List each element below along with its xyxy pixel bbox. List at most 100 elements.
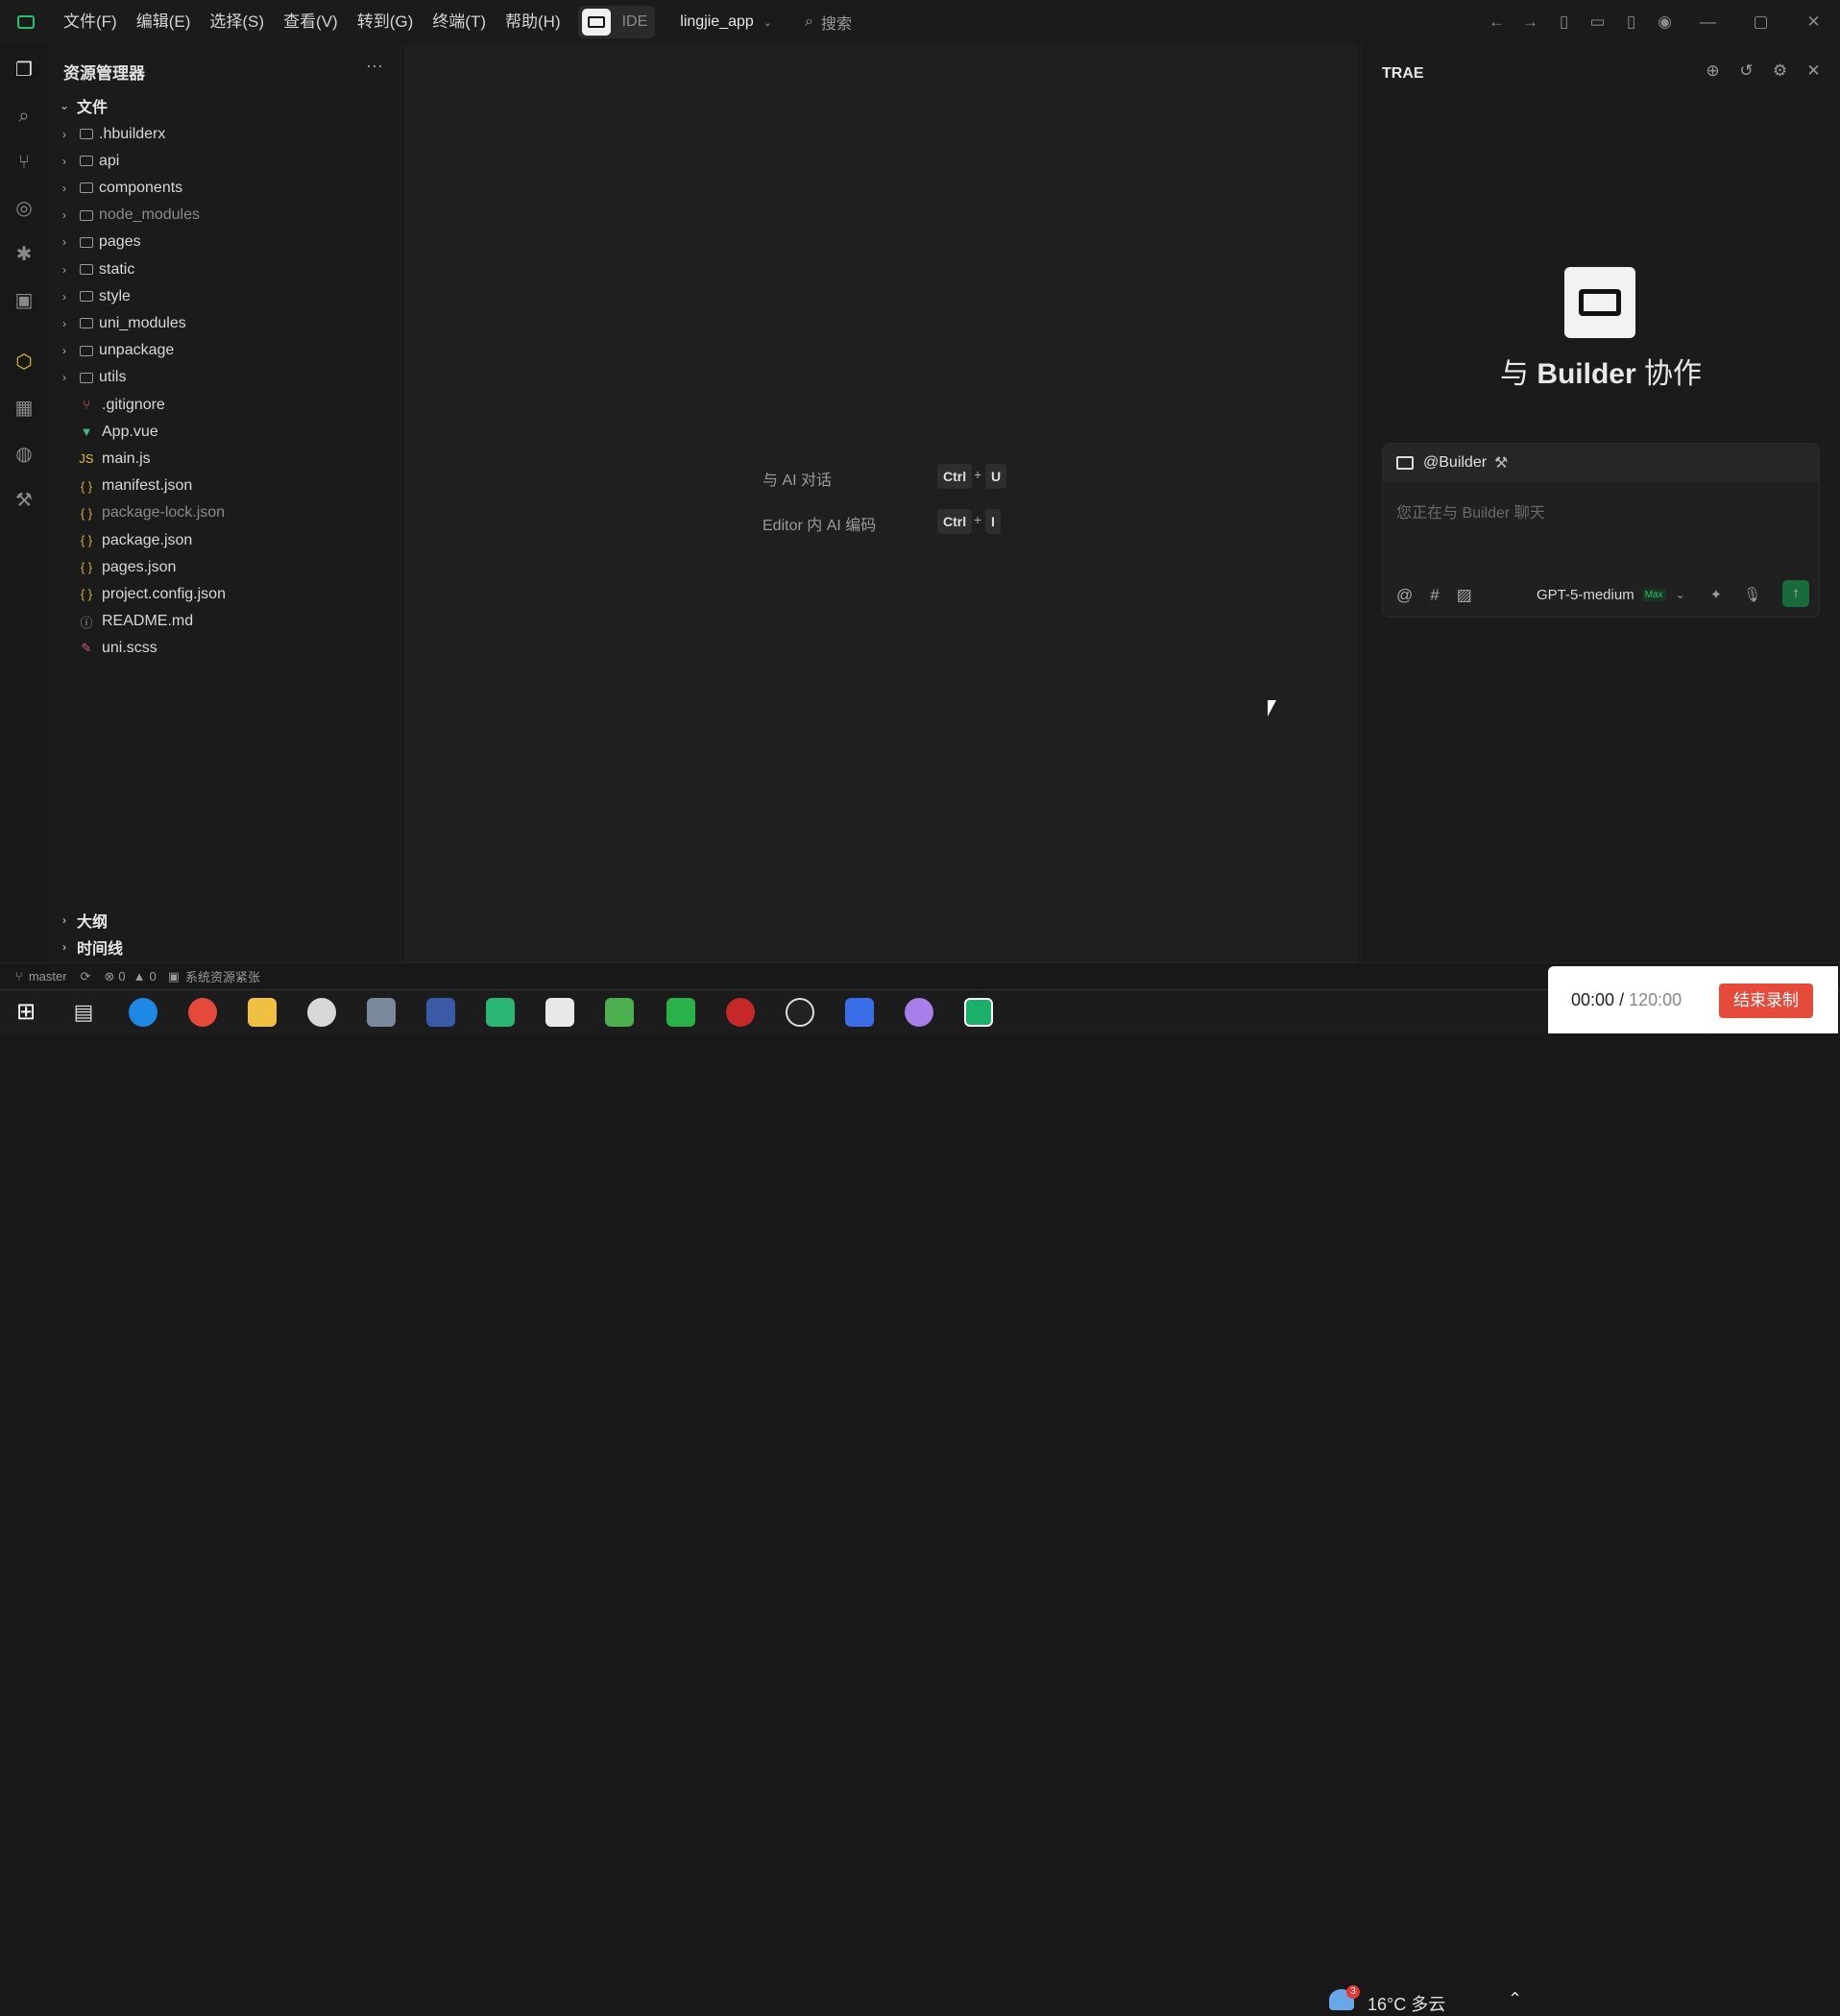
close-window-button[interactable]: ✕: [1787, 12, 1840, 32]
project-name[interactable]: lingjie_app: [680, 13, 754, 31]
tree-item-label[interactable]: utils: [99, 369, 126, 386]
tree-file[interactable]: { } pages.json: [58, 554, 177, 580]
chrome-browser-icon[interactable]: [188, 998, 217, 1027]
sparkle-icon[interactable]: ✦: [1710, 586, 1723, 603]
maximize-button[interactable]: ▢: [1734, 12, 1787, 32]
search-view-icon[interactable]: ⌕: [12, 104, 36, 129]
stop-recording-button[interactable]: 结束录制: [1719, 984, 1813, 1018]
tree-item-label[interactable]: package.json: [102, 532, 192, 549]
tree-item-label[interactable]: node_modules: [99, 206, 200, 224]
windows-start-icon[interactable]: ⊞: [12, 998, 40, 1027]
mention-at-icon[interactable]: @: [1396, 586, 1413, 605]
source-control-icon[interactable]: ⑂: [12, 150, 36, 175]
tree-item-label[interactable]: components: [99, 180, 182, 197]
minimize-button[interactable]: —: [1682, 12, 1734, 32]
tree-file[interactable]: { } manifest.json: [58, 474, 192, 499]
ide-mode-label[interactable]: IDE: [622, 13, 648, 31]
image-upload-icon[interactable]: ▨: [1457, 586, 1472, 605]
trae-app-icon[interactable]: [964, 998, 993, 1027]
tree-file[interactable]: ▼ App.vue: [58, 419, 158, 445]
section-files[interactable]: ⌄ 文件: [58, 94, 108, 117]
tree-file[interactable]: JS main.js: [58, 446, 151, 472]
warning-icon[interactable]: ▲: [133, 969, 146, 984]
tree-folder[interactable]: › components: [58, 175, 182, 201]
debug-icon[interactable]: ✱: [12, 242, 36, 267]
extensions-badge-icon[interactable]: ⬡: [12, 350, 36, 375]
edge-browser-icon[interactable]: [129, 998, 157, 1027]
chat-input-placeholder[interactable]: 您正在与 Builder 聊天: [1396, 499, 1545, 522]
menu-selection[interactable]: 选择(S): [200, 0, 274, 44]
menu-file[interactable]: 文件(F): [54, 0, 127, 44]
app-media-icon[interactable]: [726, 998, 755, 1027]
search-placeholder[interactable]: 搜索: [821, 11, 852, 34]
tree-folder[interactable]: › static: [58, 256, 134, 282]
sync-icon[interactable]: ⟳: [81, 969, 91, 984]
app-remote-icon[interactable]: [426, 998, 455, 1027]
task-view-icon[interactable]: ▤: [69, 998, 98, 1027]
app-pet-icon[interactable]: [905, 998, 933, 1027]
tree-folder[interactable]: › style: [58, 283, 131, 309]
menu-view[interactable]: 查看(V): [274, 0, 348, 44]
project-selector[interactable]: lingjie_app ⌄: [680, 13, 772, 31]
tree-file[interactable]: { } package-lock.json: [58, 500, 225, 526]
tree-folder[interactable]: › utils: [58, 365, 126, 391]
error-count[interactable]: 0: [118, 969, 125, 984]
remote-icon[interactable]: ▣: [12, 288, 36, 313]
agent-mention[interactable]: @Builder: [1423, 454, 1487, 472]
toggle-bottom-panel-icon[interactable]: ▭: [1581, 12, 1614, 32]
toggle-right-panel-icon[interactable]: ▯: [1614, 12, 1648, 32]
weather-text[interactable]: 16°C 多云: [1368, 1991, 1445, 2016]
microphone-icon[interactable]: 🎙: [1743, 586, 1761, 603]
chat-agent-header[interactable]: @Builder ⚒: [1383, 444, 1819, 482]
tree-item-label[interactable]: unpackage: [99, 342, 174, 359]
hashtag-context-icon[interactable]: #: [1430, 586, 1439, 605]
tree-item-label[interactable]: pages: [99, 233, 141, 251]
new-chat-icon[interactable]: ⊕: [1696, 61, 1730, 81]
tree-item-label[interactable]: package-lock.json: [102, 504, 225, 522]
model-selector[interactable]: GPT-5-medium Max ⌄ ✦ 🎙: [1537, 586, 1761, 604]
model-name[interactable]: GPT-5-medium: [1537, 587, 1634, 603]
section-timeline[interactable]: › 时间线: [58, 935, 123, 959]
chevron-down-icon[interactable]: ⌄: [1676, 588, 1685, 601]
agent-tools-icon[interactable]: ⚒: [1494, 453, 1508, 473]
chevron-up-icon[interactable]: ⌃: [1508, 1989, 1522, 2009]
qq-icon[interactable]: [786, 998, 814, 1027]
app-messenger-icon[interactable]: [367, 998, 396, 1027]
preview-eye-icon[interactable]: ◎: [12, 196, 36, 221]
tree-item-label[interactable]: manifest.json: [102, 477, 192, 495]
tree-file[interactable]: ✎ uni.scss: [58, 636, 157, 662]
powershell-icon[interactable]: [845, 998, 874, 1027]
error-icon[interactable]: ⊗: [104, 969, 114, 984]
tree-item-label[interactable]: static: [99, 261, 134, 279]
tree-item-label[interactable]: api: [99, 153, 119, 170]
tree-item-label[interactable]: uni.scss: [102, 640, 157, 657]
explorer-icon[interactable]: ❐: [12, 58, 36, 83]
more-actions-icon[interactable]: ···: [366, 56, 383, 76]
tree-item-label[interactable]: .gitignore: [102, 397, 165, 414]
ide-mode-switch[interactable]: IDE: [577, 6, 656, 38]
global-search[interactable]: ⌕ 搜索: [805, 11, 852, 34]
tree-item-label[interactable]: style: [99, 288, 131, 305]
forward-arrow-icon[interactable]: →: [1513, 12, 1547, 32]
chat-input-box[interactable]: @Builder ⚒ 您正在与 Builder 聊天 @ # ▨ GPT-5-m…: [1382, 443, 1820, 618]
tree-item-label[interactable]: main.js: [102, 450, 151, 468]
tree-folder[interactable]: › uni_modules: [58, 310, 186, 336]
tree-item-label[interactable]: project.config.json: [102, 586, 226, 603]
tree-item-label[interactable]: .hbuilderx: [99, 126, 165, 143]
account-icon[interactable]: ◉: [1648, 12, 1682, 32]
close-panel-icon[interactable]: ✕: [1797, 61, 1830, 81]
pycharm-icon[interactable]: [486, 998, 515, 1027]
menu-edit[interactable]: 编辑(E): [127, 0, 201, 44]
section-outline[interactable]: › 大纲: [58, 909, 108, 932]
menu-terminal[interactable]: 终端(T): [423, 0, 496, 44]
file-explorer-icon[interactable]: [248, 998, 277, 1027]
warning-count[interactable]: 0: [149, 969, 156, 984]
menu-help[interactable]: 帮助(H): [496, 0, 570, 44]
back-arrow-icon[interactable]: ←: [1480, 12, 1513, 32]
resource-status[interactable]: 系统资源紧张: [185, 967, 260, 985]
tree-folder[interactable]: › unpackage: [58, 338, 174, 364]
app-chart-icon[interactable]: [605, 998, 634, 1027]
tree-folder[interactable]: › node_modules: [58, 203, 200, 229]
tree-file[interactable]: ⓘ README.md: [58, 609, 193, 635]
menu-go[interactable]: 转到(G): [348, 0, 424, 44]
